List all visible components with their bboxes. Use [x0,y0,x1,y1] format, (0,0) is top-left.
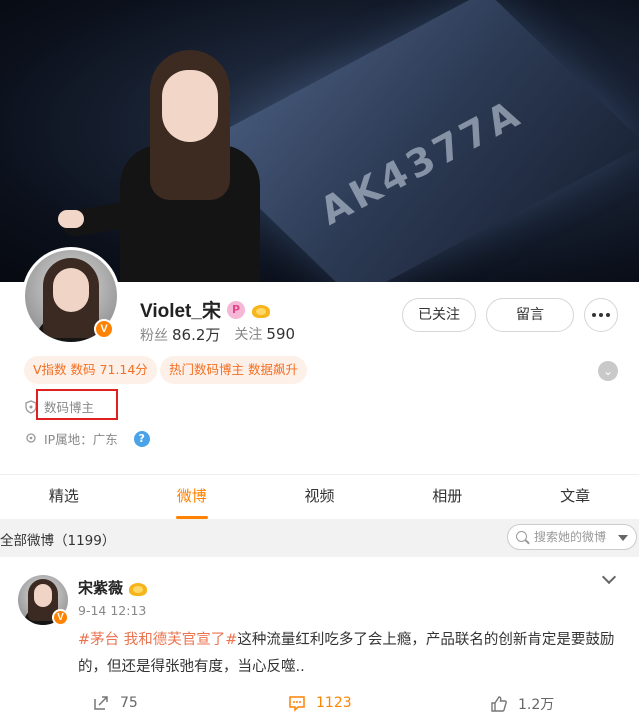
feed-header: 全部微博（1199） 搜索她的微博 [0,519,639,557]
post-content: #茅台 我和德芙官宣了#这种流量红利吃多了会上瘾，产品联名的创新肯定是要鼓励的，… [78,627,623,681]
profile-name: Violet_宋 [140,301,221,322]
tab-weibo[interactable]: 微博 [128,475,256,519]
location-icon [26,432,36,443]
tab-featured[interactable]: 精选 [0,475,128,519]
help-icon[interactable]: ? [133,430,150,447]
cover-person-image [58,40,280,282]
repost-icon [94,696,108,710]
repost-count: 75 [120,695,138,711]
profile-tabs: 精选 微博 视频 相册 文章 [0,475,639,519]
post-author-row: 宋紫薇 [78,577,148,598]
post-author-name[interactable]: 宋紫薇 [78,577,123,598]
chevron-down-icon[interactable] [601,569,617,585]
post-topic-link[interactable]: #茅台 我和德芙官宣了# [78,632,237,648]
comment-button[interactable]: 1123 [288,694,352,712]
verified-badge-icon: V [94,319,114,339]
ip-row: IP属地：广东 ? [24,429,150,448]
comment-count: 1123 [316,695,352,711]
hot-blogger-tag[interactable]: 热门数码博主 数据飙升 [160,356,307,384]
followed-button[interactable]: 已关注 [402,298,476,332]
highlight-box [36,389,118,420]
post-crown-icon[interactable] [128,579,148,597]
fans-count[interactable]: 粉丝 86.2万 [140,324,220,345]
profile-page: AK4377A V Violet_宋 P 粉丝 86.2万 关注 590 已关注 留… [0,0,639,725]
search-placeholder: 搜索她的微博 [534,530,607,544]
thumbs-up-icon [491,696,507,712]
caret-down-icon[interactable] [618,535,628,541]
follow-count[interactable]: 关注 590 [234,324,295,345]
v-index-tag[interactable]: V指数 数码 71.14分 [24,356,157,384]
crown-icon[interactable] [251,301,271,319]
tab-article[interactable]: 文章 [511,475,639,519]
pink-badge-icon[interactable]: P [226,300,245,319]
like-button[interactable]: 1.2万 [490,694,554,714]
more-options-button[interactable] [584,298,618,332]
profile-stats: 粉丝 86.2万 关注 590 [140,324,295,345]
tab-video[interactable]: 视频 [256,475,384,519]
cover-banner: AK4377A [0,0,639,282]
search-icon [516,531,527,542]
tab-album[interactable]: 相册 [383,475,511,519]
like-count: 1.2万 [518,697,555,713]
post-verified-badge-icon: V [52,609,69,626]
ip-location-text: IP属地：广东 [44,432,118,447]
expand-info-button[interactable]: ⌄ [598,361,618,381]
post-actions: 75 1123 1.2万 [0,690,639,720]
post-timestamp[interactable]: 9-14 12:13 [78,603,146,618]
name-row: Violet_宋 P [140,296,271,323]
message-button[interactable]: 留言 [486,298,574,332]
repost-button[interactable]: 75 [92,694,138,712]
avatar[interactable]: V [22,247,120,345]
search-input[interactable]: 搜索她的微博 [507,524,637,550]
comment-icon [289,696,305,712]
feed-title[interactable]: 全部微博（1199） [0,529,115,549]
